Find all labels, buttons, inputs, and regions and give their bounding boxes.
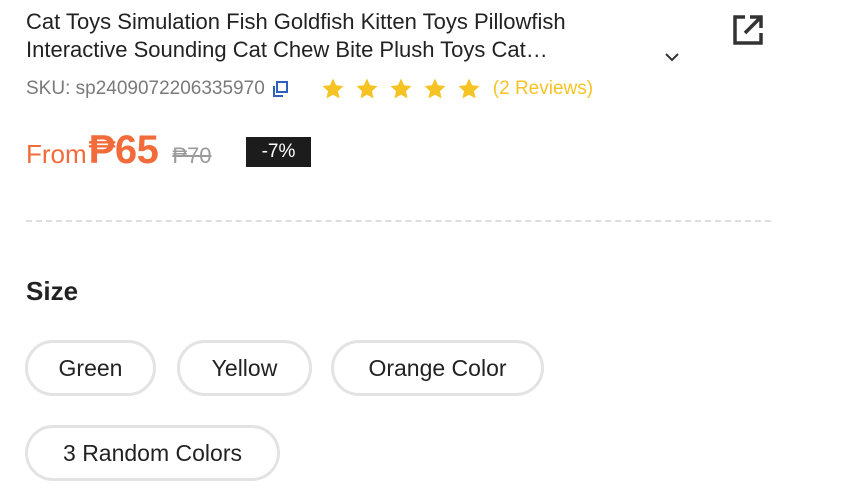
dashed-divider bbox=[26, 220, 771, 222]
chevron-down-icon[interactable] bbox=[664, 51, 680, 63]
external-link-icon[interactable] bbox=[731, 13, 765, 47]
current-price: ₱65 bbox=[88, 128, 159, 172]
star-icon bbox=[356, 78, 378, 99]
rating-stars bbox=[321, 77, 491, 101]
product-title: Cat Toys Simulation Fish Goldfish Kitten… bbox=[26, 8, 656, 64]
size-option-3-random-colors[interactable]: 3 Random Colors bbox=[25, 425, 280, 481]
size-option-green[interactable]: Green bbox=[25, 340, 156, 396]
sku-text: SKU: sp2409072206335970 bbox=[26, 78, 265, 99]
reviews-link[interactable]: (2 Reviews) bbox=[493, 78, 593, 100]
size-option-yellow[interactable]: Yellow bbox=[177, 340, 312, 396]
product-title-line-1: Cat Toys Simulation Fish Goldfish Kitten… bbox=[26, 9, 566, 34]
product-title-line-2: Interactive Sounding Cat Chew Bite Plush… bbox=[26, 37, 548, 62]
star-icon bbox=[424, 78, 446, 99]
star-icon bbox=[390, 78, 412, 99]
size-option-orange-color[interactable]: Orange Color bbox=[331, 340, 544, 396]
sku-row: SKU: sp2409072206335970 (2 Reviews) bbox=[26, 76, 593, 102]
product-detail-panel: Cat Toys Simulation Fish Goldfish Kitten… bbox=[0, 0, 867, 488]
copy-icon[interactable] bbox=[271, 80, 289, 98]
price-from-label: From bbox=[26, 139, 87, 169]
star-icon bbox=[458, 78, 480, 99]
star-icon bbox=[322, 78, 344, 99]
discount-badge: -7% bbox=[246, 137, 311, 167]
price-row: From ₱65 ₱70 bbox=[26, 128, 212, 174]
size-label: Size bbox=[26, 276, 79, 306]
original-price: ₱70 bbox=[172, 143, 212, 168]
